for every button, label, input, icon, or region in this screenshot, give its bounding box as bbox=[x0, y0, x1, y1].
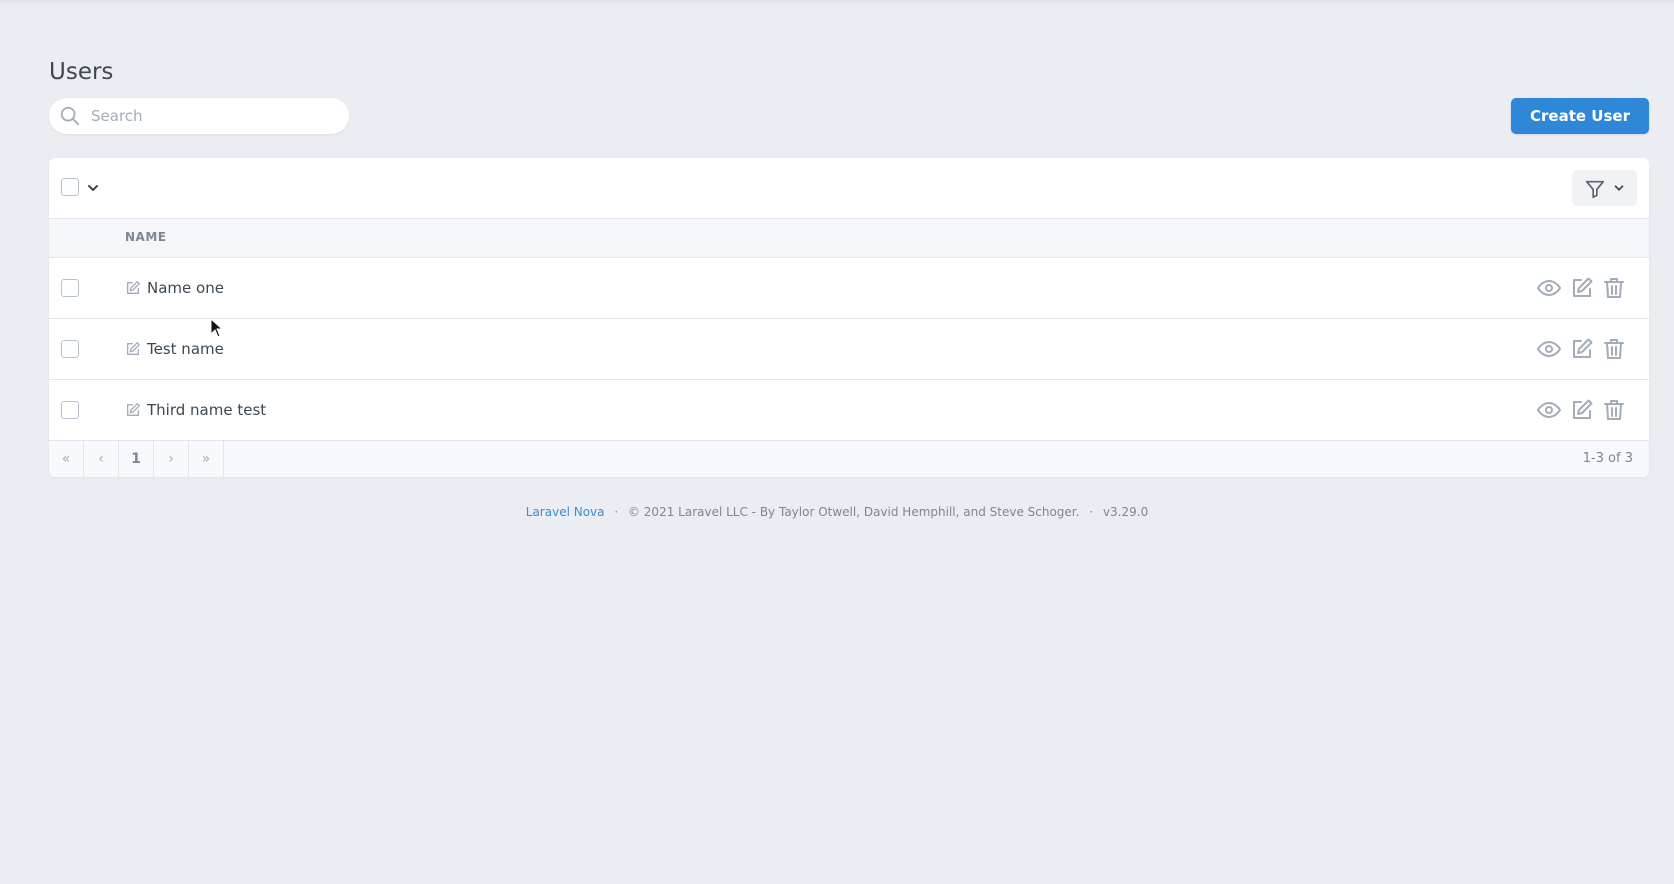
pagination-first[interactable]: « bbox=[49, 441, 84, 477]
edit-icon[interactable] bbox=[1570, 398, 1594, 422]
row-checkbox[interactable] bbox=[61, 279, 79, 297]
row-name: Third name test bbox=[147, 401, 267, 419]
row-checkbox[interactable] bbox=[61, 340, 79, 358]
select-all-checkbox[interactable] bbox=[61, 178, 79, 196]
table-toolbar bbox=[49, 158, 1649, 219]
footer-copyright: © 2021 Laravel LLC - By Taylor Otwell, D… bbox=[627, 505, 1080, 519]
table-row: Third name test bbox=[49, 380, 1649, 441]
search-box[interactable] bbox=[49, 98, 349, 134]
footer-separator: · bbox=[1089, 505, 1094, 519]
column-header-name[interactable]: NAME bbox=[125, 230, 166, 244]
edit-icon[interactable] bbox=[125, 280, 141, 296]
edit-icon[interactable] bbox=[1570, 276, 1594, 300]
resource-table-card: NAME Name one Test name Third name test … bbox=[49, 158, 1649, 477]
pagination-count: 1-3 of 3 bbox=[1582, 451, 1633, 466]
edit-icon[interactable] bbox=[125, 402, 141, 418]
eye-icon[interactable] bbox=[1537, 398, 1561, 422]
filter-button[interactable] bbox=[1572, 170, 1637, 206]
pagination-next[interactable]: › bbox=[154, 441, 189, 477]
edit-icon[interactable] bbox=[1570, 337, 1594, 361]
footer-version: v3.29.0 bbox=[1102, 505, 1149, 519]
filter-icon bbox=[1585, 180, 1605, 199]
trash-icon[interactable] bbox=[1602, 398, 1626, 422]
pagination-page-1[interactable]: 1 bbox=[119, 441, 154, 477]
search-icon bbox=[60, 106, 80, 126]
eye-icon[interactable] bbox=[1537, 337, 1561, 361]
pagination-last[interactable]: » bbox=[189, 441, 224, 477]
footer-separator: · bbox=[614, 505, 619, 519]
chevron-down-icon bbox=[1614, 185, 1624, 191]
pagination: « ‹ 1 › » 1-3 of 3 bbox=[49, 441, 1649, 477]
eye-icon[interactable] bbox=[1537, 276, 1561, 300]
row-name: Test name bbox=[147, 340, 224, 358]
row-name: Name one bbox=[147, 279, 224, 297]
page-title: Users bbox=[49, 59, 114, 85]
search-input[interactable] bbox=[91, 98, 337, 134]
table-row: Test name bbox=[49, 319, 1649, 380]
table-row: Name one bbox=[49, 258, 1649, 319]
footer-brand-link[interactable]: Laravel Nova bbox=[526, 505, 605, 519]
top-strip bbox=[0, 0, 1674, 3]
mouse-cursor-icon bbox=[210, 318, 224, 338]
trash-icon[interactable] bbox=[1602, 337, 1626, 361]
pagination-prev[interactable]: ‹ bbox=[84, 441, 119, 477]
edit-icon[interactable] bbox=[125, 341, 141, 357]
create-user-button[interactable]: Create User bbox=[1511, 98, 1649, 134]
chevron-down-icon[interactable] bbox=[85, 180, 101, 196]
row-checkbox[interactable] bbox=[61, 401, 79, 419]
trash-icon[interactable] bbox=[1602, 276, 1626, 300]
footer: Laravel Nova · © 2021 Laravel LLC - By T… bbox=[0, 505, 1674, 519]
table-header: NAME bbox=[49, 219, 1649, 258]
